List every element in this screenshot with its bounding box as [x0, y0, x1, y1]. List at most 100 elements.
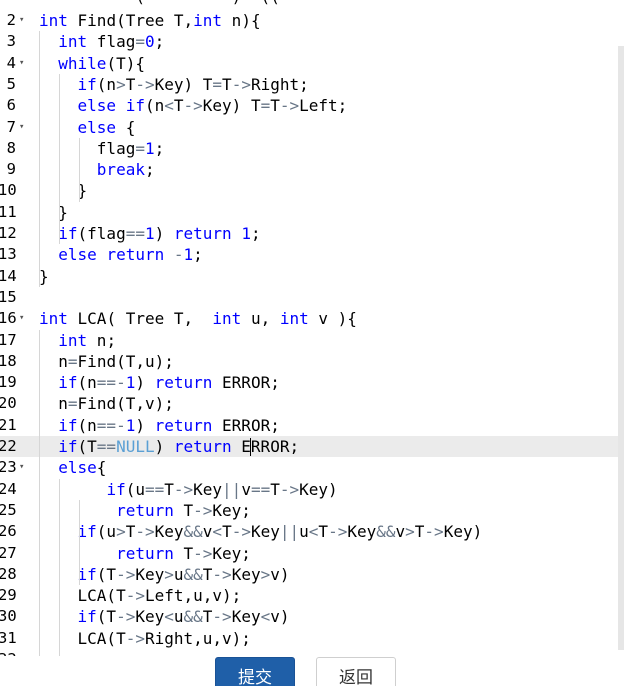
code-line[interactable]: 24 if(u==T->Key||v==T->Key) — [0, 479, 624, 500]
code-line[interactable]: 27 return T->Key; — [0, 543, 624, 564]
code-text[interactable]: int Find(Tree T,int n){ — [39, 10, 261, 31]
line-number: 29 — [0, 586, 17, 605]
code-line[interactable]: 25 return T->Key; — [0, 500, 624, 521]
scrollbar-thumb[interactable] — [618, 46, 624, 650]
code-text[interactable]: if(n>T->Key) T=T->Right; — [39, 74, 309, 95]
line-number: 17 — [0, 330, 17, 349]
code-line[interactable]: 29 LCA(T->Left,u,v); — [0, 585, 624, 606]
fold-toggle-icon[interactable]: ▾ — [19, 117, 24, 138]
submit-button[interactable]: 提交 — [215, 657, 295, 686]
code-text[interactable]: return T->Key; — [39, 543, 251, 564]
code-text[interactable]: if(T==NULL) return ERROR; — [39, 436, 299, 457]
code-text[interactable]: flag=1; — [39, 138, 164, 159]
code-text[interactable]: return T->Key; — [39, 500, 251, 521]
line-number: 31 — [0, 628, 17, 647]
code-text[interactable]: if(T->Key>u&&T->Key>v) — [39, 564, 290, 585]
fold-toggle-icon[interactable]: ▾ — [19, 457, 24, 478]
indent-guide — [39, 31, 40, 287]
code-text[interactable]: n=Find(T,u); — [39, 351, 174, 372]
indent-guide — [79, 499, 80, 586]
code-text[interactable]: if(flag==1) return 1; — [39, 223, 260, 244]
fold-toggle-icon[interactable]: ▾ — [19, 53, 24, 74]
code-line[interactable]: 6 else if(n<T->Key) T=T->Left; — [0, 95, 624, 116]
code-line[interactable]: 8 flag=1; — [0, 138, 624, 159]
code-text[interactable]: if(u>T->Key&&v<T->Key||u<T->Key&&v>T->Ke… — [39, 521, 483, 542]
code-line[interactable]: 5 if(n>T->Key) T=T->Right; — [0, 74, 624, 95]
indent-guide — [79, 137, 80, 202]
code-text[interactable]: n=Find(T,v); — [39, 393, 174, 414]
code-line[interactable]: 13 else return -1; — [0, 244, 624, 265]
line-number: 24 — [0, 479, 17, 498]
code-text[interactable]: LCA(T->Left,u,v); — [39, 585, 242, 606]
code-line[interactable]: 4 ▾ while(T){ — [0, 53, 624, 74]
code-line[interactable]: 9 break; — [0, 159, 624, 180]
indent-guide — [39, 329, 40, 656]
back-button[interactable]: 返回 — [316, 657, 396, 686]
line-number: 22 — [0, 437, 17, 455]
line-number: 26 — [0, 522, 17, 541]
code-text[interactable]: while(T){ — [39, 53, 145, 74]
code-line[interactable]: 22 if(T==NULL) return ERROR; — [0, 436, 624, 457]
code-line[interactable]: 20 n=Find(T,v); — [0, 393, 624, 414]
line-number: 15 — [0, 287, 17, 306]
code-text[interactable]: else return -1; — [39, 244, 203, 265]
line-number: 4 — [6, 53, 16, 72]
code-text[interactable]: else if(n<T->Key) T=T->Left; — [39, 95, 348, 116]
editor-scrollbar[interactable] — [618, 0, 624, 656]
line-number: 10 — [0, 181, 17, 200]
code-line[interactable]: 3 int flag=0; — [0, 31, 624, 52]
code-text[interactable]: if(T->Key<u&&T->Key<v) — [39, 606, 290, 627]
code-line[interactable]: 26 if(u>T->Key&&v<T->Key||u<T->Key&&v>T-… — [0, 521, 624, 542]
code-text[interactable]: break; — [39, 159, 155, 180]
code-text[interactable]: int LCA( Tree T, int u, int v ){ — [39, 308, 357, 329]
code-line[interactable]: 17 int n; — [0, 330, 624, 351]
code-line[interactable]: 16 ▾ int LCA( Tree T, int u, int v ){ — [0, 308, 624, 329]
fold-toggle-icon[interactable]: ▾ — [19, 10, 24, 31]
code-line[interactable]: 11 } — [0, 202, 624, 223]
code-text[interactable]: } — [39, 202, 68, 223]
line-number: 13 — [0, 245, 17, 264]
code-line[interactable]: 31 LCA(T->Right,u,v); — [0, 628, 624, 649]
line-number: 20 — [0, 394, 17, 413]
line-number: 12 — [0, 224, 17, 242]
code-line[interactable]: 15 — [0, 287, 624, 308]
code-text[interactable]: } — [39, 266, 49, 287]
code-line[interactable]: 32 — [0, 649, 624, 656]
line-number: 23 — [0, 458, 17, 477]
line-number: 2 — [6, 11, 16, 29]
code-line[interactable]: 12 if(flag==1) return 1; — [0, 223, 624, 244]
code-text[interactable]: int flag=0; — [39, 31, 164, 52]
code-text[interactable]: LCA(T->Right,u,v); — [39, 628, 251, 649]
code-line[interactable]: 10 } — [0, 180, 624, 201]
code-line[interactable]: 19 if(n==-1) return ERROR; — [0, 372, 624, 393]
line-number: 19 — [0, 373, 17, 392]
code-editor[interactable]: ( ) (( 2▾int Find(Tree T,int n){3 int fl… — [0, 0, 624, 656]
action-bar: 提交 返回 — [0, 656, 628, 686]
code-line[interactable]: 28 if(T->Key>u&&T->Key>v) — [0, 564, 624, 585]
line-number: 9 — [6, 160, 16, 179]
line-number: 16 — [0, 309, 17, 328]
line-number: 32 — [0, 649, 17, 656]
code-line[interactable]: 14} — [0, 266, 624, 287]
code-text[interactable]: if(n==-1) return ERROR; — [39, 415, 280, 436]
line-number: 14 — [0, 266, 17, 285]
fold-toggle-icon[interactable]: ▾ — [19, 308, 24, 329]
code-line[interactable]: 18 n=Find(T,u); — [0, 351, 624, 372]
code-text[interactable]: if(n==-1) return ERROR; — [39, 372, 280, 393]
line-number: 27 — [0, 543, 17, 562]
code-text[interactable]: else{ — [39, 457, 106, 478]
code-line[interactable]: 30 if(T->Key<u&&T->Key<v) — [0, 606, 624, 627]
line-number: 7 — [6, 117, 16, 136]
code-text[interactable]: if(u==T->Key||v==T->Key) — [39, 479, 337, 500]
line-number: 8 — [6, 138, 16, 157]
line-number: 3 — [6, 32, 16, 51]
code-line[interactable]: 2 ▾ int Find(Tree T,int n){ — [0, 10, 624, 31]
indent-guide — [59, 478, 60, 656]
code-text[interactable]: else { — [39, 117, 136, 138]
code-text[interactable]: int n; — [39, 330, 116, 351]
partially-visible-line: ( ) (( — [39, 0, 280, 7]
line-number: 6 — [6, 96, 16, 115]
code-line[interactable]: 23 ▾ else{ — [0, 457, 624, 478]
code-line[interactable]: 7 ▾ else { — [0, 117, 624, 138]
code-line[interactable]: 21 if(n==-1) return ERROR; — [0, 415, 624, 436]
